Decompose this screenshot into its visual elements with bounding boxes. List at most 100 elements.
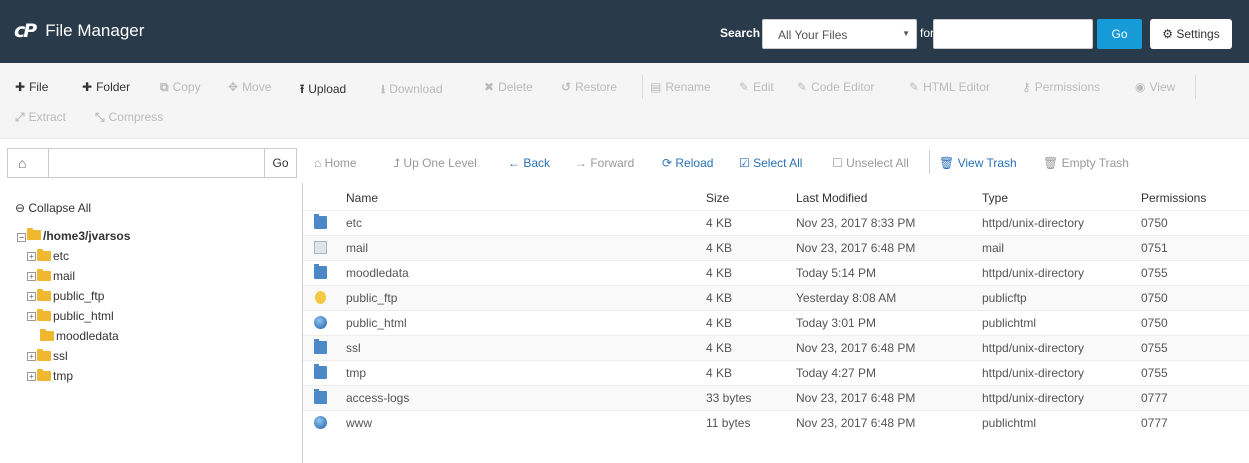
path-go-button[interactable]: Go: [264, 149, 296, 177]
expander-icon[interactable]: −: [17, 233, 26, 242]
file-size: 4 KB: [706, 341, 733, 355]
copy-icon: ⧉: [160, 80, 169, 94]
table-row[interactable]: access-logs 33 bytes Nov 23, 2017 6:48 P…: [303, 385, 1249, 410]
nav-unselect-all-label: Unselect All: [846, 156, 909, 170]
expander-icon[interactable]: +: [27, 251, 36, 261]
table-row[interactable]: moodledata 4 KB Today 5:14 PM httpd/unix…: [303, 260, 1249, 285]
file-modified: Today 5:14 PM: [796, 266, 877, 280]
nav-reload[interactable]: ⟳ Reload: [662, 156, 713, 170]
file-name: tmp: [346, 366, 367, 380]
delete-label: Delete: [498, 80, 533, 94]
trash-icon: 🗑: [1043, 156, 1062, 170]
folder-icon: [314, 264, 327, 279]
copy-button[interactable]: ⧉ Copy: [160, 80, 201, 95]
table-row[interactable]: etc 4 KB Nov 23, 2017 8:33 PM httpd/unix…: [303, 210, 1249, 235]
tree-item-etc[interactable]: + etc: [27, 249, 69, 263]
view-button[interactable]: ◉ View: [1135, 80, 1175, 94]
nav-up-one-level[interactable]: ⮥ Up One Level: [393, 156, 477, 171]
edit-button[interactable]: ✎ Edit: [739, 80, 774, 94]
table-row[interactable]: mail 4 KB Nov 23, 2017 6:48 PM mail 0751: [303, 235, 1249, 260]
table-row[interactable]: public_ftp 4 KB Yesterday 8:08 AM public…: [303, 285, 1249, 310]
permissions-button[interactable]: ⚷ Permissions: [1022, 80, 1100, 94]
upload-label: Upload: [308, 82, 347, 96]
nav-back[interactable]: ← Back: [508, 156, 550, 170]
column-header-permissions[interactable]: Permissions: [1141, 191, 1206, 205]
file-size: 4 KB: [706, 266, 733, 280]
tree-item-mail[interactable]: + mail: [27, 269, 75, 283]
restore-label: Restore: [575, 80, 618, 94]
nav-back-label: Back: [523, 156, 551, 170]
folder-icon: [37, 289, 51, 301]
table-row[interactable]: public_html 4 KB Today 3:01 PM publichtm…: [303, 310, 1249, 335]
folder-open-icon: [27, 228, 41, 240]
expander-icon[interactable]: +: [27, 291, 36, 301]
delete-button[interactable]: ✖ Delete: [484, 80, 533, 94]
path-input[interactable]: [48, 149, 266, 177]
home-icon: ⌂: [314, 156, 325, 170]
key-icon: ⚷: [1022, 80, 1031, 94]
new-folder-button[interactable]: ✚ Folder: [82, 80, 130, 94]
expander-icon[interactable]: +: [27, 351, 36, 361]
settings-button[interactable]: ⚙ Settings: [1150, 19, 1232, 49]
nav-unselect-all[interactable]: ☐ Unselect All: [832, 156, 909, 170]
column-header-name[interactable]: Name: [346, 191, 378, 205]
file-type: publichtml: [982, 316, 1037, 330]
tree-item-tmp[interactable]: + tmp: [27, 369, 73, 383]
expander-icon[interactable]: +: [27, 271, 36, 281]
table-row[interactable]: www 11 bytes Nov 23, 2017 6:48 PM public…: [303, 410, 1249, 435]
caret-down-icon: ▼: [902, 29, 910, 38]
download-button[interactable]: ⭳ Download: [381, 80, 443, 101]
toolbar-divider: [642, 75, 643, 99]
file-permissions: 0750: [1141, 316, 1168, 330]
tree-item-moodledata[interactable]: moodledata: [40, 329, 119, 343]
search-input[interactable]: [933, 19, 1093, 49]
tree-item-public-html[interactable]: + public_html: [27, 309, 114, 323]
nav-view-trash[interactable]: 🗑 View Trash: [939, 156, 1017, 170]
collapse-all-button[interactable]: ⊖ Collapse All: [15, 201, 91, 215]
table-row[interactable]: ssl 4 KB Nov 23, 2017 6:48 PM httpd/unix…: [303, 335, 1249, 360]
upload-button[interactable]: ⭱ Upload: [300, 80, 346, 101]
tree-item-label: moodledata: [56, 329, 119, 343]
search-scope-select[interactable]: All Your Files ▼: [762, 19, 917, 49]
nav-empty-trash[interactable]: 🗑 Empty Trash: [1043, 156, 1129, 170]
expander-icon[interactable]: +: [27, 311, 36, 321]
file-name: etc: [346, 216, 363, 230]
view-label: View: [1149, 80, 1176, 94]
folder-icon: [314, 214, 327, 229]
expander-icon[interactable]: +: [27, 371, 36, 381]
folder-icon: [37, 309, 51, 321]
restore-button[interactable]: ↺ Restore: [561, 80, 617, 94]
search-go-button[interactable]: Go: [1097, 19, 1142, 49]
nav-select-all[interactable]: ☑ Select All: [739, 156, 802, 170]
cpanel-logo[interactable]: cP: [14, 20, 37, 42]
new-file-button[interactable]: ✚ File: [15, 80, 48, 94]
column-header-size[interactable]: Size: [706, 191, 729, 205]
file-permissions: 0755: [1141, 366, 1168, 380]
extract-button[interactable]: ⤢ Extract: [15, 110, 66, 125]
file-type: publichtml: [982, 416, 1037, 430]
download-label: Download: [389, 82, 443, 96]
html-editor-button[interactable]: ✎ HTML Editor: [909, 80, 990, 94]
rename-label: Rename: [665, 80, 711, 94]
file-name: mail: [346, 241, 369, 255]
folder-icon: [37, 369, 51, 381]
compress-button[interactable]: ⤡ Compress: [95, 110, 163, 125]
rename-button[interactable]: ▤ Rename: [650, 80, 711, 94]
nav-forward[interactable]: → Forward: [575, 156, 634, 170]
checkbox-empty-icon: ☐: [832, 156, 847, 170]
move-label: Move: [242, 80, 272, 94]
nav-home[interactable]: ⌂ Home: [314, 156, 357, 170]
code-editor-button[interactable]: ✎ Code Editor: [797, 80, 874, 94]
home-icon[interactable]: ⌂: [18, 155, 26, 171]
edit-label: Edit: [753, 80, 774, 94]
column-header-type[interactable]: Type: [982, 191, 1008, 205]
mail-folder-icon: [314, 241, 327, 254]
tree-root[interactable]: − /home3/jvarsos: [17, 228, 130, 243]
tree-item-ssl[interactable]: + ssl: [27, 349, 68, 363]
table-row[interactable]: tmp 4 KB Today 4:27 PM httpd/unix-direct…: [303, 360, 1249, 385]
minus-circle-icon: ⊖: [15, 201, 29, 215]
move-button[interactable]: ✥ Move: [228, 80, 271, 94]
tree-item-label: ssl: [53, 349, 68, 363]
column-header-last-modified[interactable]: Last Modified: [796, 191, 867, 205]
tree-item-public-ftp[interactable]: + public_ftp: [27, 289, 104, 303]
